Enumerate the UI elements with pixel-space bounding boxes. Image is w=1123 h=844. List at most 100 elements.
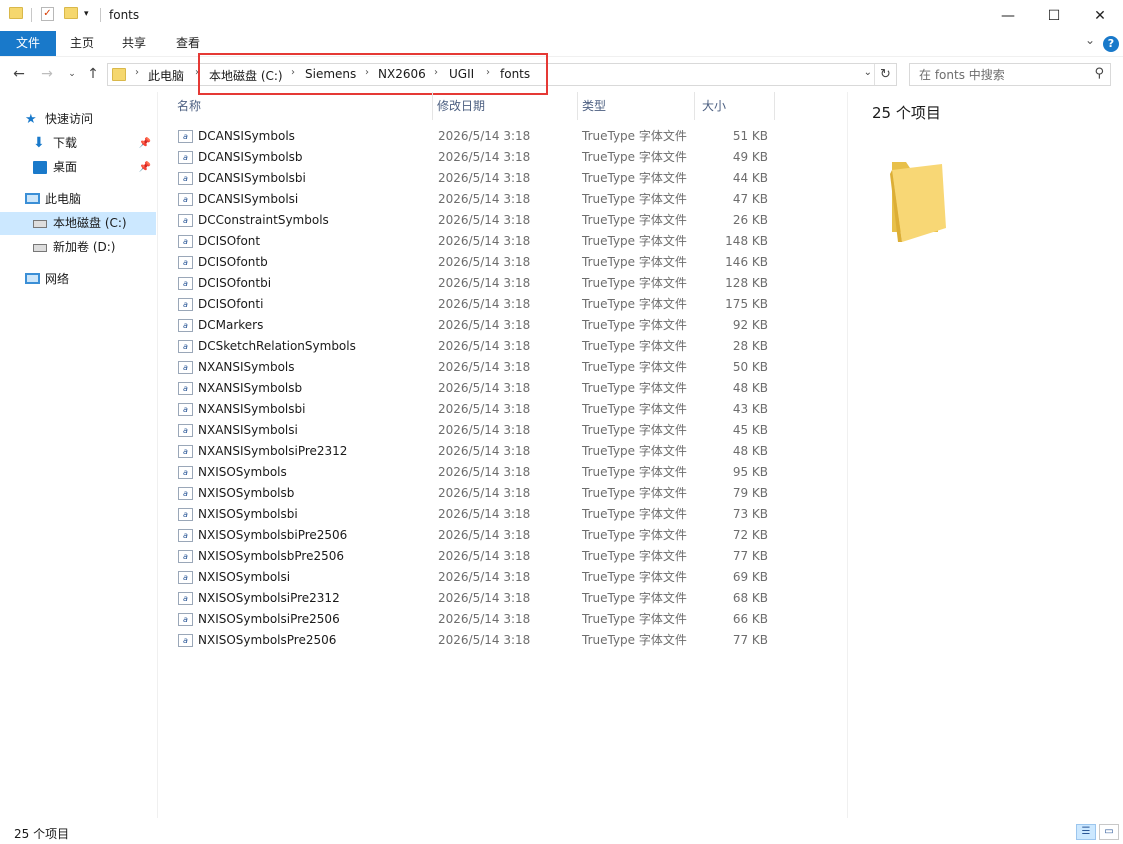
- file-row[interactable]: a NXISOSymbolsbiPre2506 2026/5/14 3:18 True…: [160, 525, 846, 546]
- tab-view[interactable]: 查看: [166, 31, 210, 56]
- file-name: NXISOSymbolsi: [198, 570, 291, 584]
- breadcrumb-separator[interactable]: ›: [291, 67, 295, 78]
- file-size: 68 KB: [732, 591, 768, 605]
- nav-desktop[interactable]: 桌面 📌: [0, 156, 156, 179]
- file-row[interactable]: a DCMarkers 2026/5/14 3:18 TrueType 字体文件 92 …: [160, 315, 846, 336]
- file-row[interactable]: a DCConstraintSymbols 2026/5/14 3:18 TrueTy…: [160, 210, 846, 231]
- large-icons-view-icon[interactable]: ▭: [1099, 824, 1119, 840]
- tab-home[interactable]: 主页: [60, 31, 104, 56]
- file-row[interactable]: a DCANSISymbols 2026/5/14 3:18 TrueType 字体文…: [160, 126, 846, 147]
- breadcrumb-ugii[interactable]: UGII: [449, 67, 474, 81]
- expand-ribbon-chevron-icon[interactable]: ⌄: [1085, 33, 1095, 47]
- file-name: DCConstraintSymbols: [198, 213, 329, 227]
- file-row[interactable]: a NXISOSymbols 2026/5/14 3:18 TrueType 字体文件…: [160, 462, 846, 483]
- tab-file[interactable]: 文件: [0, 31, 56, 56]
- file-row[interactable]: a DCISOfont 2026/5/14 3:18 TrueType 字体文件 148…: [160, 231, 846, 252]
- truetype-file-icon: a: [178, 592, 193, 605]
- column-header-name[interactable]: 名称: [160, 92, 433, 120]
- minimize-button[interactable]: —: [985, 0, 1031, 31]
- ribbon: 文件 主页 共享 查看 ⌄ ?: [0, 31, 1123, 57]
- column-header-date[interactable]: 修改日期: [433, 92, 578, 120]
- truetype-file-icon: a: [178, 277, 193, 290]
- file-row[interactable]: a NXISOSymbolsbi 2026/5/14 3:18 TrueType 字体…: [160, 504, 846, 525]
- column-header-size[interactable]: 大小: [695, 92, 775, 120]
- nav-quick-access[interactable]: ★ 快速访问: [0, 108, 156, 131]
- search-box[interactable]: ⚲: [909, 63, 1111, 86]
- column-header-row: 名称 修改日期 类型 大小: [160, 92, 846, 120]
- forward-arrow-icon[interactable]: →: [38, 64, 56, 84]
- file-type: TrueType 字体文件: [582, 570, 687, 584]
- file-row[interactable]: a DCISOfontbi 2026/5/14 3:18 TrueType 字体文件 1…: [160, 273, 846, 294]
- breadcrumb-separator[interactable]: ›: [195, 67, 199, 78]
- file-row[interactable]: a NXANSISymbolsbi 2026/5/14 3:18 TrueType 字…: [160, 399, 846, 420]
- file-type: TrueType 字体文件: [582, 423, 687, 437]
- file-row[interactable]: a NXANSISymbolsiPre2312 2026/5/14 3:18 True…: [160, 441, 846, 462]
- file-row[interactable]: a NXISOSymbolsiPre2506 2026/5/14 3:18 TrueT…: [160, 609, 846, 630]
- search-input[interactable]: [910, 64, 1088, 85]
- address-history-chevron-icon[interactable]: ⌄: [864, 67, 872, 78]
- tab-share[interactable]: 共享: [112, 31, 156, 56]
- star-icon: ★: [25, 112, 37, 127]
- breadcrumb-siemens[interactable]: Siemens: [305, 67, 356, 81]
- truetype-file-icon: a: [178, 256, 193, 269]
- breadcrumb-separator[interactable]: ›: [486, 67, 490, 78]
- maximize-button[interactable]: ☐: [1031, 0, 1077, 31]
- file-row[interactable]: a DCISOfonti 2026/5/14 3:18 TrueType 字体文件 17…: [160, 294, 846, 315]
- nav-downloads[interactable]: ⬇ 下载 📌: [0, 132, 156, 155]
- file-row[interactable]: a NXISOSymbolsiPre2312 2026/5/14 3:18 TrueT…: [160, 588, 846, 609]
- refresh-button[interactable]: ↻: [874, 64, 896, 85]
- recent-locations-chevron-icon[interactable]: ⌄: [63, 64, 81, 84]
- nav-local-disk[interactable]: 本地磁盘 (C:): [0, 212, 156, 235]
- file-size: 48 KB: [732, 381, 768, 395]
- new-folder-quick-icon[interactable]: [64, 7, 78, 19]
- file-name: NXISOSymbolsPre2506: [198, 633, 337, 647]
- file-row[interactable]: a NXISOSymbolsPre2506 2026/5/14 3:18 TrueTy…: [160, 630, 846, 651]
- file-row[interactable]: a DCANSISymbolsi 2026/5/14 3:18 TrueType 字体…: [160, 189, 846, 210]
- column-header-type[interactable]: 类型: [578, 92, 695, 120]
- file-date: 2026/5/14 3:18: [438, 486, 531, 500]
- file-size: 73 KB: [732, 507, 768, 521]
- file-row[interactable]: a NXANSISymbols 2026/5/14 3:18 TrueType 字体文…: [160, 357, 846, 378]
- breadcrumb-separator[interactable]: ›: [135, 67, 139, 78]
- nav-new-volume[interactable]: 新加卷 (D:): [0, 236, 156, 259]
- breadcrumb-fonts[interactable]: fonts: [500, 67, 530, 81]
- file-size: 49 KB: [732, 150, 768, 164]
- truetype-file-icon: a: [178, 445, 193, 458]
- file-row[interactable]: a NXISOSymbolsi 2026/5/14 3:18 TrueType 字体文…: [160, 567, 846, 588]
- status-item-count: 25 个项目: [14, 827, 70, 841]
- breadcrumb-local-disk[interactable]: 本地磁盘 (C:): [209, 67, 283, 84]
- file-name: NXANSISymbolsi: [198, 423, 298, 437]
- breadcrumb-separator[interactable]: ›: [365, 67, 369, 78]
- desktop-icon: [33, 161, 47, 174]
- properties-quick-icon[interactable]: ✓: [41, 7, 54, 21]
- address-bar[interactable]: › 此电脑 › 本地磁盘 (C:) › Siemens › NX2606 › U…: [107, 63, 897, 86]
- file-row[interactable]: a DCISOfontb 2026/5/14 3:18 TrueType 字体文件 14…: [160, 252, 846, 273]
- back-arrow-icon[interactable]: ←: [10, 64, 28, 84]
- close-button[interactable]: ✕: [1077, 0, 1123, 31]
- customize-toolbar-chevron-icon[interactable]: ▾: [84, 9, 89, 19]
- breadcrumb-separator[interactable]: ›: [434, 67, 438, 78]
- details-view-icon[interactable]: ☰: [1076, 824, 1096, 840]
- file-row[interactable]: a DCANSISymbolsbi 2026/5/14 3:18 TrueType 字…: [160, 168, 846, 189]
- search-icon[interactable]: ⚲: [1094, 66, 1104, 81]
- up-arrow-icon[interactable]: ↑: [84, 64, 102, 84]
- truetype-file-icon: a: [178, 340, 193, 353]
- file-row[interactable]: a DCSketchRelationSymbols 2026/5/14 3:18 Tr…: [160, 336, 846, 357]
- preview-item-count: 25 个项目: [872, 104, 941, 122]
- nav-network[interactable]: 网络: [0, 268, 156, 291]
- file-date: 2026/5/14 3:18: [438, 633, 531, 647]
- drive-icon: [33, 220, 47, 228]
- file-row[interactable]: a NXANSISymbolsb 2026/5/14 3:18 TrueType 字体…: [160, 378, 846, 399]
- computer-icon: [25, 193, 40, 204]
- nav-this-pc[interactable]: 此电脑: [0, 188, 156, 211]
- file-row[interactable]: a NXANSISymbolsi 2026/5/14 3:18 TrueType 字体…: [160, 420, 846, 441]
- file-row[interactable]: a NXISOSymbolsbPre2506 2026/5/14 3:18 TrueT…: [160, 546, 846, 567]
- pin-icon: 📌: [138, 138, 151, 149]
- file-row[interactable]: a DCANSISymbolsb 2026/5/14 3:18 TrueType 字体…: [160, 147, 846, 168]
- file-row[interactable]: a NXISOSymbolsb 2026/5/14 3:18 TrueType 字体文…: [160, 483, 846, 504]
- file-date: 2026/5/14 3:18: [438, 150, 531, 164]
- truetype-file-icon: a: [178, 550, 193, 563]
- breadcrumb-nx2606[interactable]: NX2606: [378, 67, 426, 81]
- help-icon[interactable]: ?: [1103, 36, 1119, 52]
- breadcrumb-this-pc[interactable]: 此电脑: [148, 67, 184, 84]
